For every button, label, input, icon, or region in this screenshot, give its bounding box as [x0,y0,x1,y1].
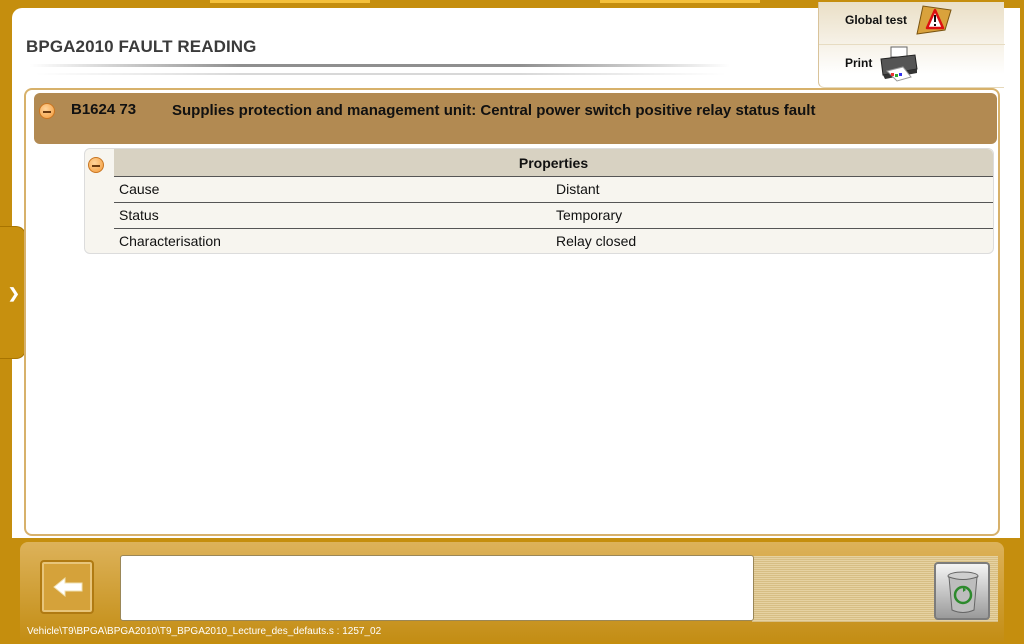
warning-icon [916,5,952,35]
script-path: Vehicle\T9\BPGA\BPGA2010\T9_BPGA2010_Lec… [27,626,382,637]
trash-icon [947,571,979,613]
property-value: Relay closed [556,233,637,249]
property-key: Characterisation [119,233,221,249]
fault-list-panel: B1624 73 Supplies protection and managem… [24,88,1000,536]
property-key: Cause [119,181,160,197]
fault-code: B1624 73 [71,101,137,118]
top-accent-2 [600,0,760,3]
message-area [120,555,754,621]
tool-panel: Global test Print [818,2,1005,88]
side-panel-toggle[interactable]: ❯ [0,226,26,359]
table-row: Cause Distant [114,176,993,202]
page-title: BPGA2010 FAULT READING [26,37,257,56]
properties-header: Properties [114,149,993,176]
printer-icon [880,46,918,82]
clear-faults-button[interactable] [934,562,990,620]
fault-row[interactable]: B1624 73 Supplies protection and managem… [34,93,997,144]
global-test-button[interactable]: Global test [819,2,1005,42]
back-button[interactable] [40,560,94,614]
print-button[interactable]: Print [819,44,1005,84]
title-divider-2 [36,73,726,75]
back-arrow-icon [53,576,83,598]
print-label: Print [845,56,873,70]
collapse-icon[interactable] [88,157,104,173]
global-test-label: Global test [845,13,908,27]
property-key: Status [119,207,159,223]
property-value: Distant [556,181,600,197]
chevron-right-icon: ❯ [8,285,20,301]
properties-table: Properties Cause Distant Status Temporar… [84,148,994,254]
top-accent [210,0,370,3]
property-value: Temporary [556,207,623,223]
title-divider [30,64,730,67]
table-row: Characterisation Relay closed [114,228,993,254]
collapse-icon[interactable] [39,103,55,119]
fault-description: Supplies protection and management unit:… [172,102,816,119]
table-row: Status Temporary [114,202,993,228]
